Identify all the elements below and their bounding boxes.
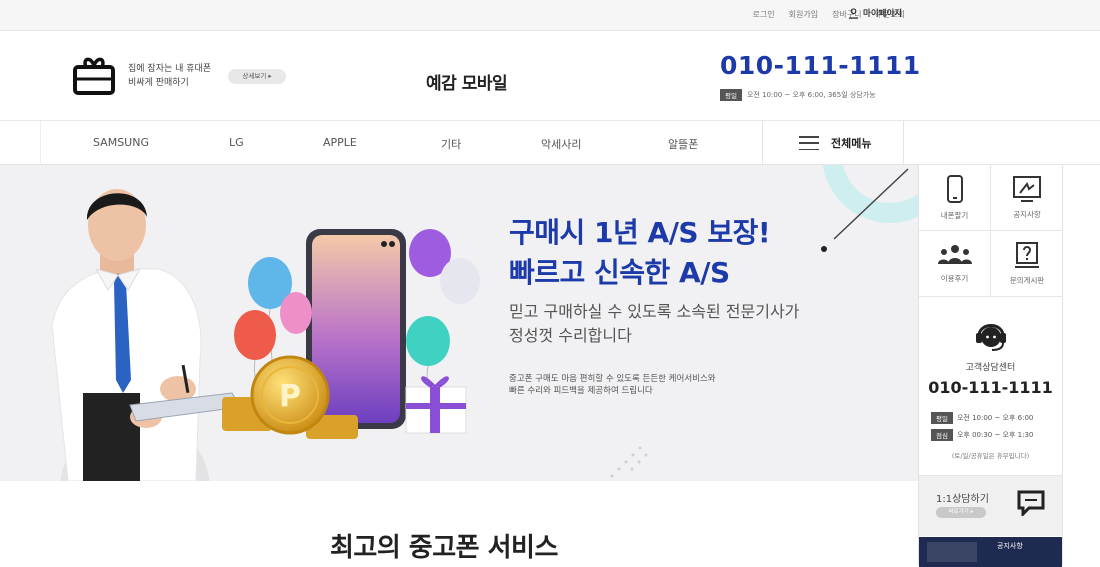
quick-item-inquiry[interactable]: 문의게시판 [991,231,1063,297]
signup-link[interactable]: 회원가입 [789,9,818,20]
hero-description: 중고폰 구매도 마음 편히할 수 있도록 든든한 케어서비스와 빠른 수리와 피… [509,373,716,397]
quick-menu-sidebar: 내폰팔기 공지사항 이용후기 문의게시판 고객상담센터 010-111-1111… [918,165,1063,567]
headset-icon [976,324,1006,351]
nav-item-accessories[interactable]: 악세사리 [541,136,581,152]
quick-item-notice[interactable]: 공지사항 [991,165,1063,231]
users-group-icon [937,244,972,264]
weekday-tag: 평일 [720,89,742,101]
all-menu-label: 전체메뉴 [831,137,872,150]
section-title: 최고의 중고폰 서비스 [330,533,558,563]
nav-item-lg[interactable]: LG [229,136,244,149]
hours-text: 오전 10:00 ~ 오후 6:00, 365일 상담가능 [746,91,876,99]
hero-sub-line-2: 정성껏 수리합니다 [509,326,632,345]
holiday-note: (토/일/공휴일은 휴무입니다) [951,452,1030,460]
cs-title: 고객상담센터 [965,363,1016,373]
quick-item-label: 공지사항 [1013,209,1041,219]
quick-item-sell-phone[interactable]: 내폰팔기 [919,165,991,231]
quick-item-reviews[interactable]: 이용후기 [919,231,991,297]
chat-bubble-icon [1017,490,1045,516]
nav-item-budget-phone[interactable]: 알뜰폰 [668,136,698,152]
quick-item-label: 문의게시판 [1009,275,1045,285]
business-hours: 평일 오전 10:00 ~ 오후 6:00, 365일 상담가능 [720,89,876,101]
consult-shortcut-button[interactable]: 바로가기 ▸ [936,507,986,518]
cs-weekday-hours: 평일 오전 10:00 ~ 오후 6:00 [931,412,1033,424]
mypage-link[interactable]: 마이페이지 [848,7,902,19]
hamburger-icon [799,136,819,150]
one-on-one-consult[interactable]: 1:1상담하기 바로가기 ▸ [919,476,1062,536]
sidebar-banner-strip[interactable]: 공지사항 [919,537,1062,567]
nav-item-etc[interactable]: 기타 [441,136,461,152]
weekday-hours: 오전 10:00 ~ 오후 6:00 [956,414,1034,422]
question-board-icon [1015,241,1039,268]
quick-item-label: 이용후기 [940,273,969,283]
site-logo[interactable]: 예감 모바일 [426,69,508,94]
hero-title: 구매시 1년 A/S 보장! 빠르고 신속한 A/S [509,213,771,293]
nav-item-apple[interactable]: APPLE [323,136,357,149]
promo-line-1: 집에 잠자는 내 휴대폰 [128,64,212,74]
header-phone: 010-111-1111 [720,51,921,80]
main-nav: SAMSUNG LG APPLE 기타 악세사리 알뜰폰 전체메뉴 [0,121,1100,165]
nav-items: SAMSUNG LG APPLE 기타 악세사리 알뜰폰 [40,121,760,165]
detail-button[interactable]: 상세보기 ▸ [228,69,286,84]
gift-box-illustration [405,376,467,434]
user-icon [848,7,859,19]
cs-phone: 010-111-1111 [928,378,1053,397]
hero-banner[interactable]: P 구매시 1년 A/S 보장! 빠르고 신속한 A/S 믿고 구매하실 수 있… [0,165,920,481]
lunch-tag: 점심 [931,429,953,441]
hero-title-line-1: 구매시 1년 A/S 보장! [509,216,771,249]
promo-line-2: 비싸게 판매하기 [128,78,189,88]
all-menu-button[interactable]: 전체메뉴 [762,121,904,165]
customer-service-center: 고객상담센터 010-111-1111 평일 오전 10:00 ~ 오후 6:0… [919,298,1062,476]
consult-title: 1:1상담하기 [936,494,989,505]
quick-item-label: 내폰팔기 [940,210,969,220]
hero-small-line-2: 빠른 수리와 피드백을 제공하여 드립니다 [509,386,653,396]
hero-subtitle: 믿고 구매하실 수 있도록 소속된 전문기사가 정성껏 수리합니다 [509,300,799,348]
consultant-person [51,189,241,481]
login-link[interactable]: 로그인 [753,9,775,20]
smartphone-icon [946,174,963,203]
notice-board-icon [1013,175,1041,202]
banner-thumbnail [927,542,977,562]
dotted-trail-decoration [610,446,648,478]
cs-lunch-hours: 점심 오후 00:30 ~ 오후 1:30 [931,429,1033,441]
hero-sub-line-1: 믿고 구매하실 수 있도록 소속된 전문기사가 [509,302,800,321]
nav-item-samsung[interactable]: SAMSUNG [93,136,149,149]
lunch-hours: 오후 00:30 ~ 오후 1:30 [956,431,1034,439]
coin-letter: P [279,379,301,414]
sell-phone-promo[interactable]: 집에 잠자는 내 휴대폰 비싸게 판매하기 [128,62,211,90]
site-header: 집에 잠자는 내 휴대폰 비싸게 판매하기 상세보기 ▸ 예감 모바일 010-… [0,31,1100,121]
hero-small-line-1: 중고폰 구매도 마음 편히할 수 있도록 든든한 케어서비스와 [509,374,716,384]
top-utility-bar: 로그인 회원가입 장바구니 주문조회 마이페이지 [0,0,1100,31]
weekday-tag: 평일 [931,412,953,424]
hero-title-line-2: 빠르고 신속한 A/S [509,256,730,289]
dot-decoration [821,246,827,252]
teal-arc-decoration [822,165,920,223]
gift-box-icon [73,57,115,95]
mypage-label: 마이페이지 [863,9,903,19]
